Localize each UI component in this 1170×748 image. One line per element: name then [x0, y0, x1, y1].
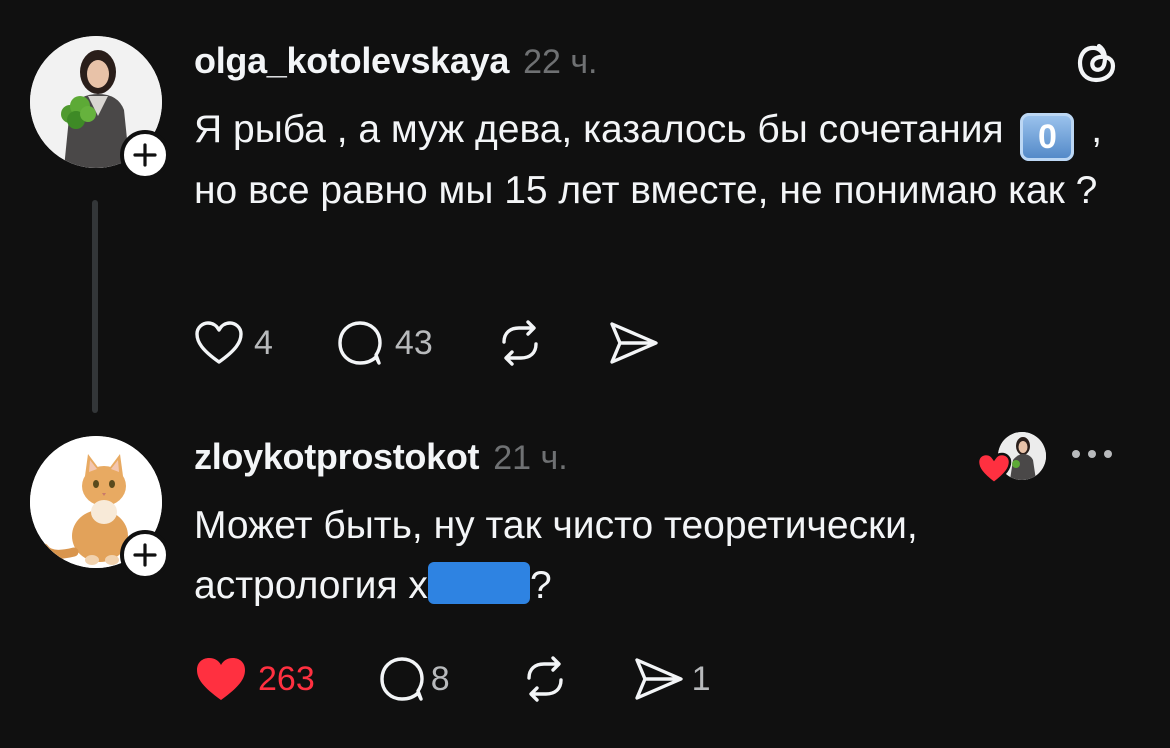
share-button[interactable] [607, 318, 661, 368]
username[interactable]: zloykotprostokot [194, 436, 480, 478]
more-icon [1088, 450, 1096, 458]
heart-icon [976, 452, 1012, 485]
post-actions: 4 43 [194, 318, 723, 368]
repost-icon [502, 320, 538, 366]
follow-olga-button[interactable] [120, 130, 170, 180]
repost-button[interactable] [520, 654, 570, 704]
more-options-button[interactable] [1072, 444, 1112, 464]
avatar-olga-wrap [30, 36, 170, 180]
like-button[interactable]: 263 [194, 655, 315, 703]
comment-button[interactable]: 43 [335, 318, 433, 368]
like-count: 4 [254, 323, 273, 362]
post-actions: 263 8 1 [194, 654, 773, 704]
post-text-part1: Может быть, ну так чисто теоретически, а… [194, 504, 918, 607]
avatar-zloykot-wrap [30, 436, 170, 580]
share-button[interactable]: 1 [632, 654, 711, 704]
post-text: Я рыба , а муж дева, казалось бы сочетан… [194, 100, 1114, 221]
more-icon [1072, 450, 1080, 458]
comment-icon [338, 321, 382, 365]
threads-logo-icon[interactable] [1072, 36, 1122, 86]
comment-icon [380, 657, 424, 701]
post-olga: olga_kotolevskaya 22 ч. Я рыба , а муж д… [0, 0, 1170, 420]
repost-icon [526, 656, 563, 702]
post-text: Может быть, ну так чисто теоретически, а… [194, 496, 1114, 616]
heart-icon [195, 321, 243, 364]
post-header: zloykotprostokot 21 ч. [194, 436, 568, 478]
author-liked-badge[interactable] [976, 432, 1050, 492]
post-text-part1: Я рыба , а муж дева, казалось бы сочетан… [194, 108, 1015, 151]
reply-count: 43 [394, 323, 433, 362]
username[interactable]: olga_kotolevskaya [194, 40, 509, 82]
timestamp: 22 ч. [523, 43, 598, 81]
like-count: 263 [258, 659, 315, 698]
zero-emoji-icon: 0 [1020, 113, 1075, 161]
heart-icon [197, 658, 245, 700]
share-count: 1 [691, 659, 711, 698]
share-icon [634, 658, 683, 700]
follow-zloykot-button[interactable] [120, 530, 170, 580]
comment-button[interactable]: 8 [377, 654, 450, 704]
plus-icon [133, 543, 157, 567]
more-icon [1104, 450, 1112, 458]
redacted-block [427, 562, 530, 604]
post-header: olga_kotolevskaya 22 ч. [194, 40, 598, 82]
plus-icon [133, 143, 157, 167]
post-text-part2: ? [529, 564, 552, 607]
like-button[interactable]: 4 [194, 320, 273, 366]
reply-count: 8 [430, 659, 450, 698]
post-zloykot: zloykotprostokot 21 ч. Может быть, ну та… [0, 420, 1170, 748]
share-icon [610, 322, 658, 364]
timestamp: 21 ч. [493, 439, 568, 477]
thread-line [92, 200, 98, 413]
repost-button[interactable] [495, 318, 545, 368]
